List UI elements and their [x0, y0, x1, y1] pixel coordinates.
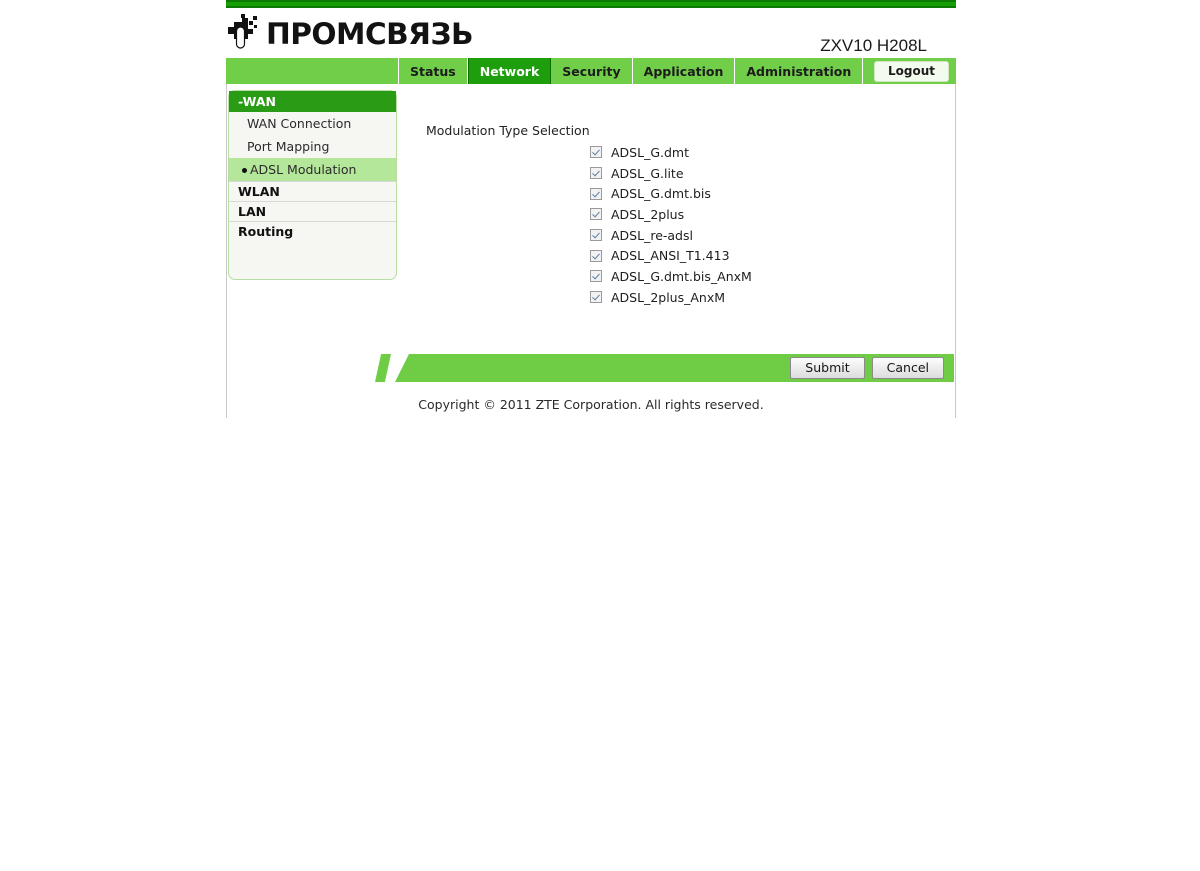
tab-administration[interactable]: Administration: [735, 58, 864, 84]
list-item: ADSL_2plus_AnxM: [590, 287, 752, 308]
checkbox-label[interactable]: ADSL_G.dmt.bis: [611, 186, 711, 201]
list-item: ADSL_G.dmt: [590, 142, 752, 163]
page-title: Modulation Type Selection: [426, 123, 590, 138]
modulation-type-list: ADSL_G.dmt ADSL_G.lite ADSL_G.dmt.bis AD…: [590, 142, 752, 308]
sidebar-group-wan[interactable]: -WAN: [229, 91, 396, 112]
device-model: ZXV10 H208L: [820, 36, 927, 55]
checkbox-adsl-2plus-anxm[interactable]: [590, 291, 602, 304]
tab-status[interactable]: Status: [399, 58, 468, 84]
logout-area: Logout: [873, 58, 956, 84]
checkbox-adsl-re-adsl[interactable]: [590, 229, 602, 242]
sidebar-menu: -WAN WAN Connection Port Mapping ADSL Mo…: [228, 90, 397, 280]
checkbox-label[interactable]: ADSL_2plus_AnxM: [611, 290, 725, 305]
submit-button[interactable]: Submit: [790, 356, 865, 380]
action-bar: Submit Cancel: [375, 354, 954, 382]
action-bar-body: Submit Cancel: [395, 354, 954, 382]
checkbox-label[interactable]: ADSL_2plus: [611, 207, 684, 222]
checkbox-adsl-g-dmt[interactable]: [590, 146, 602, 159]
copyright-text: Copyright © 2011 ZTE Corporation. All ri…: [227, 392, 955, 418]
sidebar-section-wlan[interactable]: WLAN: [229, 181, 396, 201]
sidebar-item-port-mapping[interactable]: Port Mapping: [229, 135, 396, 158]
sidebar-section-routing[interactable]: Routing: [229, 221, 396, 241]
nav-filler: [863, 58, 874, 84]
page-header: ПРОМСВЯЗЬ ZXV10 H208L: [226, 8, 956, 58]
checkbox-label[interactable]: ADSL_ANSI_T1.413: [611, 248, 730, 263]
checkbox-label[interactable]: ADSL_G.dmt.bis_AnxM: [611, 269, 752, 284]
list-item: ADSL_G.dmt.bis: [590, 183, 752, 204]
brand-name: ПРОМСВЯЗЬ: [265, 16, 474, 51]
tab-security[interactable]: Security: [551, 58, 633, 84]
checkbox-label[interactable]: ADSL_re-adsl: [611, 228, 693, 243]
plug-connector-icon: [228, 13, 262, 55]
list-item: ADSL_ANSI_T1.413: [590, 245, 752, 266]
nav-left-spacer: [226, 58, 399, 84]
brand-logo: ПРОМСВЯЗЬ: [228, 13, 474, 55]
sidebar-item-adsl-modulation[interactable]: ADSL Modulation: [229, 158, 396, 181]
tab-network[interactable]: Network: [467, 58, 552, 84]
list-item: ADSL_G.dmt.bis_AnxM: [590, 266, 752, 287]
list-item: ADSL_G.lite: [590, 163, 752, 184]
checkbox-label[interactable]: ADSL_G.lite: [611, 166, 684, 181]
checkbox-adsl-2plus[interactable]: [590, 208, 602, 221]
selected-bullet-icon: [242, 168, 247, 173]
router-admin-page: ПРОМСВЯЗЬ ZXV10 H208L Status Network Sec…: [226, 0, 956, 418]
sidebar-item-wan-connection[interactable]: WAN Connection: [229, 112, 396, 135]
top-accent-rule: [226, 0, 956, 8]
action-bar-accent: [375, 354, 391, 382]
checkbox-label[interactable]: ADSL_G.dmt: [611, 145, 689, 160]
tab-application[interactable]: Application: [632, 58, 736, 84]
page-body: -WAN WAN Connection Port Mapping ADSL Mo…: [226, 84, 956, 418]
main-navigation: Status Network Security Application Admi…: [226, 58, 956, 84]
checkbox-adsl-g-dmt-bis[interactable]: [590, 187, 602, 200]
sidebar-section-lan[interactable]: LAN: [229, 201, 396, 221]
logout-button[interactable]: Logout: [873, 60, 949, 82]
sidebar-item-label: ADSL Modulation: [250, 162, 357, 177]
checkbox-adsl-ansi-t1-413[interactable]: [590, 249, 602, 262]
checkbox-adsl-g-dmt-bis-anxm[interactable]: [590, 270, 602, 283]
list-item: ADSL_2plus: [590, 204, 752, 225]
cancel-button[interactable]: Cancel: [871, 356, 944, 380]
checkbox-adsl-g-lite[interactable]: [590, 167, 602, 180]
list-item: ADSL_re-adsl: [590, 225, 752, 246]
